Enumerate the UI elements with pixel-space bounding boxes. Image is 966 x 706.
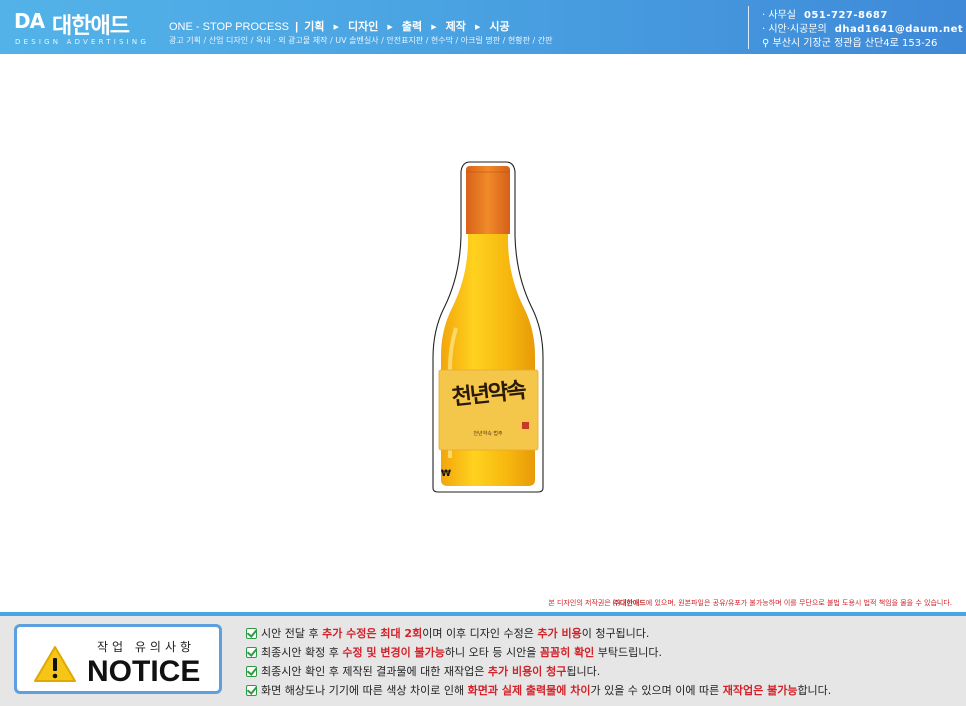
copyright-notice: 본 디자인의 저작권은 ㈜대한애드에 있으며, 원본파일은 공유/유포가 불가능… [548,598,952,608]
label-seal [522,422,529,429]
logo-mark: DA [14,9,45,33]
location-pin-icon: ⚲ [762,38,770,49]
address-text: 부산시 기장군 정관읍 산단4로 153-26 [772,38,938,49]
label-subtitle: 천년약속 법주 [473,431,503,437]
notice-item: 최종시안 확정 후 수정 및 변경이 불가능하니 오타 등 시안을 꼼꼼히 확인… [246,643,831,662]
checkbox-icon [246,628,257,639]
notice-title: NOTICE [87,655,201,688]
process-intro: ONE - STOP PROCESS [169,21,290,33]
logo-subtitle: DESIGN ADVERTISING [15,38,149,46]
process-step-design: 디자인 [347,21,379,33]
warning-icon [34,646,76,682]
arrow-right-icon: ▶ [333,24,339,31]
process-step-production: 제작 [445,21,466,33]
header-divider [748,6,749,49]
process-step-print: 출력 [401,21,423,33]
process-step-planning: 기획 [304,21,325,33]
logo-name: 대한애드 [52,14,130,39]
bottle-cap [466,166,510,234]
notice-box: 작업 유의사항 NOTICE [14,624,222,694]
process-separator: | [295,21,299,33]
services-list: 광고 기획 / 산업 디자인 / 옥내 · 외 광고물 제작 / UV 솔벤실사… [169,36,553,45]
notice-footer: 작업 유의사항 NOTICE 시안 전달 후 추가 수정은 최대 2회이며 이후… [0,616,966,706]
company-logo[interactable]: DA 대한애드 DESIGN ADVERTISING [14,9,154,49]
notice-item: 최종시안 확인 후 제작된 결과물에 대한 재작업은 추가 비용이 청구됩니다. [246,662,831,681]
arrow-right-icon: ▶ [387,24,393,31]
contact-address: ⚲ 부산시 기장군 정관읍 산단4로 153-26 [762,34,937,49]
process-steps: ONE - STOP PROCESS | 기획 ▶ 디자인 ▶ 출력 ▶ 제작 … [169,18,510,34]
price-mark: ₩ [441,469,451,479]
copyright-brand: ㈜대한애드 [613,599,646,607]
notice-subtitle: 작업 유의사항 [97,640,196,654]
notice-item: 시안 전달 후 추가 수정은 최대 2회이며 이후 디자인 수정은 추가 비용이… [246,624,831,643]
notice-list: 시안 전달 후 추가 수정은 최대 2회이며 이후 디자인 수정은 추가 비용이… [246,624,831,700]
checkbox-icon [246,666,257,677]
contact-office: · 사무실 051-727-8687 [762,6,888,21]
contact-email: · 시안·시공문의 dhad1641@daum.net [762,20,963,35]
copyright-post: 에 있으며, 원본파일은 공유/유포가 불가능하며 이를 무단으로 불법 도용시… [645,599,952,607]
copyright-pre: 본 디자인의 저작권은 [548,599,614,607]
checkbox-icon [246,685,257,696]
notice-item: 화면 해상도나 기기에 따른 색상 차이로 인해 화면과 실제 출력물에 차이가… [246,681,831,700]
design-proof: 천년약속 천년약속 법주 ₩ [430,158,546,494]
process-step-install: 시공 [489,21,510,33]
header-bar: DA 대한애드 DESIGN ADVERTISING ONE - STOP PR… [0,0,966,54]
arrow-right-icon: ▶ [474,24,481,31]
checkbox-icon [246,647,257,658]
arrow-right-icon: ▶ [431,24,437,31]
bottle-sticker-outline [432,161,544,493]
